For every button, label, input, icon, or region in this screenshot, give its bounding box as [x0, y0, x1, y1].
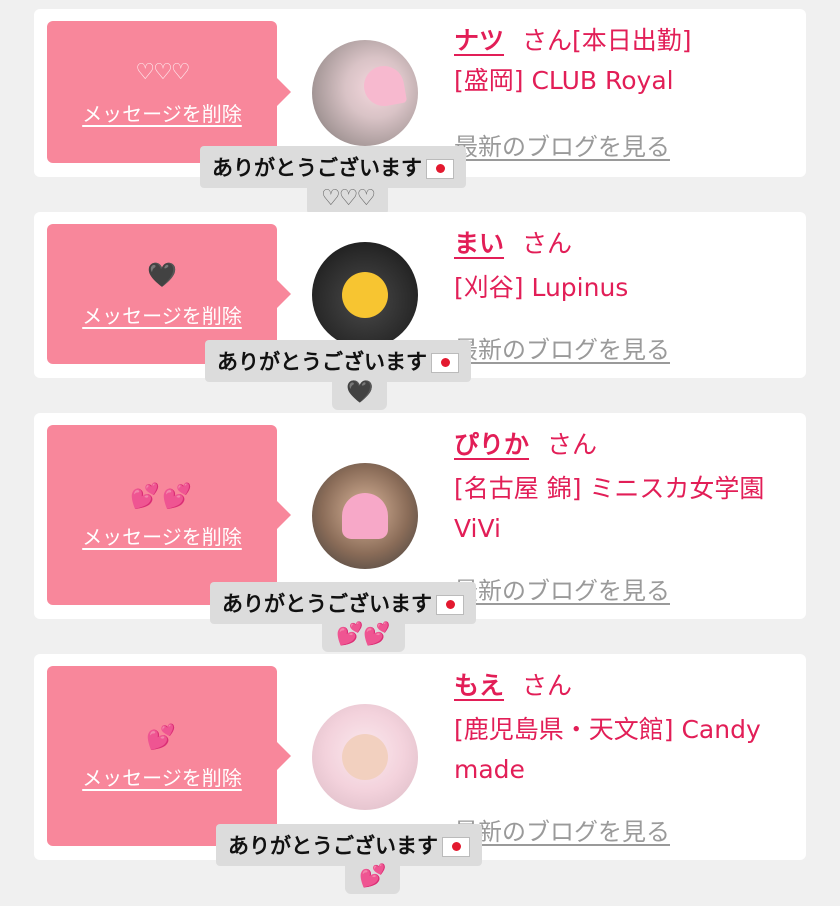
tooltip-text: ありがとうございます [217, 350, 427, 374]
emoji-face-sticker-icon [342, 272, 388, 318]
envelope-heart-icon [436, 595, 464, 615]
tooltip-reaction: ♡♡♡ [307, 182, 389, 216]
shop-name: [名古屋 錦] ミニスカ女学園 ViVi [454, 474, 765, 543]
message-text: 💕 [146, 722, 178, 751]
tooltip-reaction: 💕💕 [322, 618, 405, 652]
envelope-heart-icon [442, 837, 470, 857]
message-bubble: 💕 メッセージを削除 [47, 666, 291, 846]
honorific: さん [522, 26, 573, 55]
avatar[interactable] [312, 463, 418, 569]
envelope-heart-icon [431, 353, 459, 373]
shop-name: [盛岡] CLUB Royal [454, 66, 674, 95]
tooltip-text: ありがとうございます [228, 834, 438, 858]
honorific: さん [522, 229, 573, 258]
cast-name-link[interactable]: まい [454, 229, 504, 258]
honorific: さん [547, 430, 598, 459]
status-badge: [本日出勤] [572, 26, 692, 55]
message-text: ♡♡♡ [135, 59, 190, 85]
cast-info: ナツ さん[本日出勤] [盛岡] CLUB Royal [454, 21, 794, 101]
heart-sticker-icon [360, 62, 408, 110]
cast-name-link[interactable]: もえ [454, 671, 504, 700]
cast-name-link[interactable]: ぴりか [454, 430, 529, 459]
avatar[interactable] [312, 242, 418, 348]
tooltip-text: ありがとうございます [222, 592, 432, 616]
shop-name: [鹿児島県・天文館] Candy made [454, 715, 761, 784]
avatar[interactable] [312, 40, 418, 146]
honorific: さん [522, 671, 573, 700]
tooltip-reaction: 🖤 [332, 376, 388, 410]
message-bubble: 💕💕 メッセージを削除 [47, 425, 291, 605]
shop-name: [刈谷] Lupinus [454, 273, 629, 302]
envelope-heart-icon [426, 159, 454, 179]
tooltip-text: ありがとうございます [212, 156, 422, 180]
message-bubble: ♡♡♡ メッセージを削除 [47, 21, 291, 163]
delete-message-link[interactable]: メッセージを削除 [82, 762, 242, 791]
heart-sticker-icon [342, 493, 388, 539]
cast-name-link[interactable]: ナツ [454, 26, 504, 55]
message-text: 💕💕 [130, 481, 194, 510]
delete-message-link[interactable]: メッセージを削除 [82, 98, 242, 127]
message-text: 🖤 [147, 260, 177, 289]
tooltip-reaction: 💕 [345, 860, 401, 894]
cast-info: まい さん [刈谷] Lupinus [454, 224, 794, 308]
cast-info: ぴりか さん [名古屋 錦] ミニスカ女学園 ViVi [454, 425, 794, 549]
avatar[interactable] [312, 704, 418, 810]
delete-message-link[interactable]: メッセージを削除 [82, 300, 242, 329]
latest-blog-link[interactable]: 最新のブログを見る [454, 571, 670, 606]
cast-info: もえ さん [鹿児島県・天文館] Candy made [454, 666, 794, 790]
delete-message-link[interactable]: メッセージを削除 [82, 521, 242, 550]
latest-blog-link[interactable]: 最新のブログを見る [454, 127, 670, 162]
profile-photo-icon [342, 734, 388, 780]
latest-blog-link[interactable]: 最新のブログを見る [454, 812, 670, 847]
latest-blog-link[interactable]: 最新のブログを見る [454, 330, 670, 365]
